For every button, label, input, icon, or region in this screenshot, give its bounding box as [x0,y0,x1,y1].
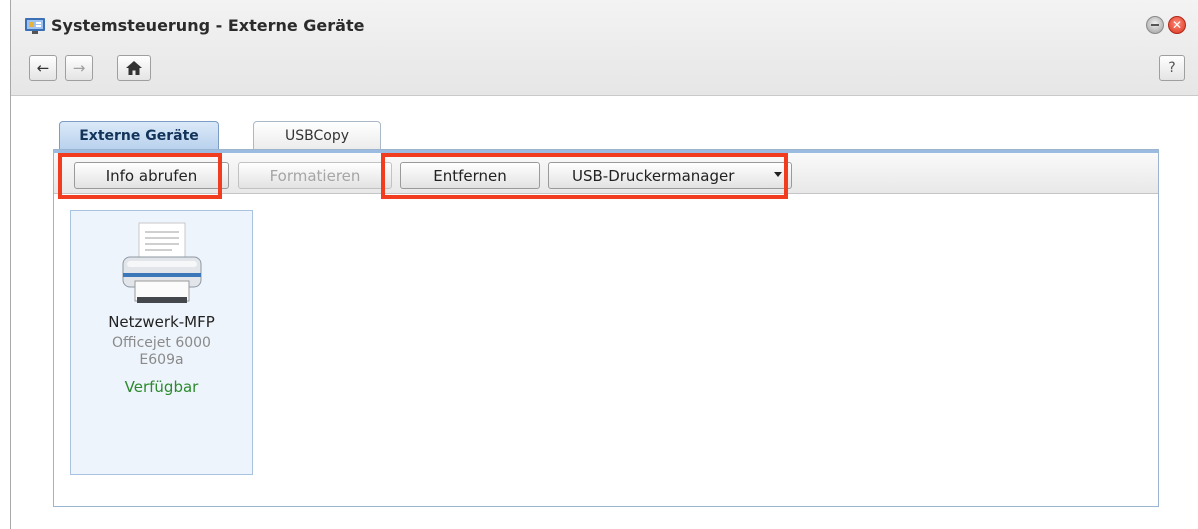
window-title: Systemsteuerung - Externe Geräte [51,16,365,35]
device-name: Netzwerk-MFP [108,313,215,331]
control-panel-icon [25,18,45,34]
tab-external-devices[interactable]: Externe Geräte [59,121,219,149]
arrow-right-icon: → [72,59,86,77]
back-button[interactable]: ← [29,55,57,81]
device-model: Officejet 6000 E609a [112,335,211,368]
device-status: Verfügbar [124,378,199,396]
title-bar: Systemsteuerung - Externe Geräte ✕ ← → ? [11,0,1198,96]
info-button[interactable]: Info abrufen [74,162,229,189]
usb-printer-manager-dropdown[interactable]: USB-Druckermanager [548,162,792,189]
chevron-down-icon [774,172,782,177]
format-button[interactable]: Formatieren [238,162,392,189]
close-button[interactable]: ✕ [1168,16,1186,34]
minimize-icon [1151,24,1159,26]
forward-button[interactable]: → [65,55,93,81]
help-button[interactable]: ? [1159,55,1185,81]
device-card[interactable]: Netzwerk-MFP Officejet 6000 E609a Verfügb… [70,210,253,475]
home-icon [126,61,142,75]
close-icon: ✕ [1171,18,1183,32]
minimize-button[interactable] [1146,16,1164,34]
usb-printer-manager-label: USB-Druckermanager [572,166,735,185]
tab-usbcopy[interactable]: USBCopy [253,121,381,149]
main-content: Externe Geräte USBCopy Info abrufen Form… [53,121,1159,507]
app-window: Systemsteuerung - Externe Geräte ✕ ← → ?… [10,0,1198,529]
printer-icon [122,222,202,303]
remove-button[interactable]: Entfernen [400,162,540,189]
toolbar: Info abrufen Formatieren Entfernen USB-D… [54,150,1158,194]
devices-panel: Info abrufen Formatieren Entfernen USB-D… [53,149,1159,507]
home-button[interactable] [117,55,151,81]
arrow-left-icon: ← [36,59,50,77]
help-icon: ? [1168,60,1176,76]
